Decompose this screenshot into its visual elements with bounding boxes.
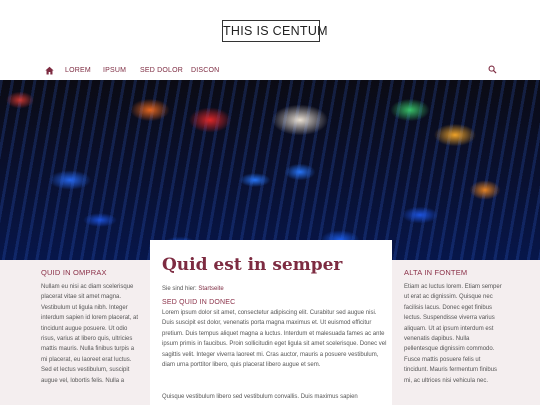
breadcrumb-link-home[interactable]: Startseite [198,286,223,292]
nav-item-sed-dolor[interactable]: SED DOLOR [140,66,183,75]
search-icon[interactable] [488,65,497,74]
body-paragraph-2: Quisque vestibulum libero sed vestibulum… [162,394,358,400]
nav-item-lorem[interactable]: LOREM [65,66,91,75]
left-sidebar-text: Nullam eu nisi ac diam scelerisque place… [41,284,139,384]
hero-image [0,80,540,260]
nav-item-discon[interactable]: DISCON [191,66,219,75]
site-logo[interactable]: THIS IS CENTUM [222,20,328,42]
body-paragraph-1: Lorem ipsum dolor sit amet, consectetur … [162,310,387,369]
main-content: Quid est in semper Sie sind hier: Starts… [150,240,392,405]
left-sidebar-title: QUID IN OMPRAX [41,268,107,277]
home-icon[interactable] [45,66,54,75]
left-sidebar: QUID IN OMPRAX Nullam eu nisi ac diam sc… [0,260,150,405]
right-sidebar: ALTA IN FONTEM Etiam ac luctus lorem. Et… [392,260,540,405]
nav-item-ipsum[interactable]: IPSUM [103,66,126,75]
right-sidebar-text: Etiam ac luctus lorem. Etiam semper ut e… [404,284,502,384]
breadcrumb-prefix: Sie sind hier: [162,286,197,292]
breadcrumb: Sie sind hier: Startseite [162,286,224,292]
site-header: THIS IS CENTUM [0,0,540,58]
section-subtitle: SED QUID IN DONEC [162,299,236,306]
right-sidebar-title: ALTA IN FONTEM [404,268,468,277]
page-title: Quid est in semper [162,255,343,275]
